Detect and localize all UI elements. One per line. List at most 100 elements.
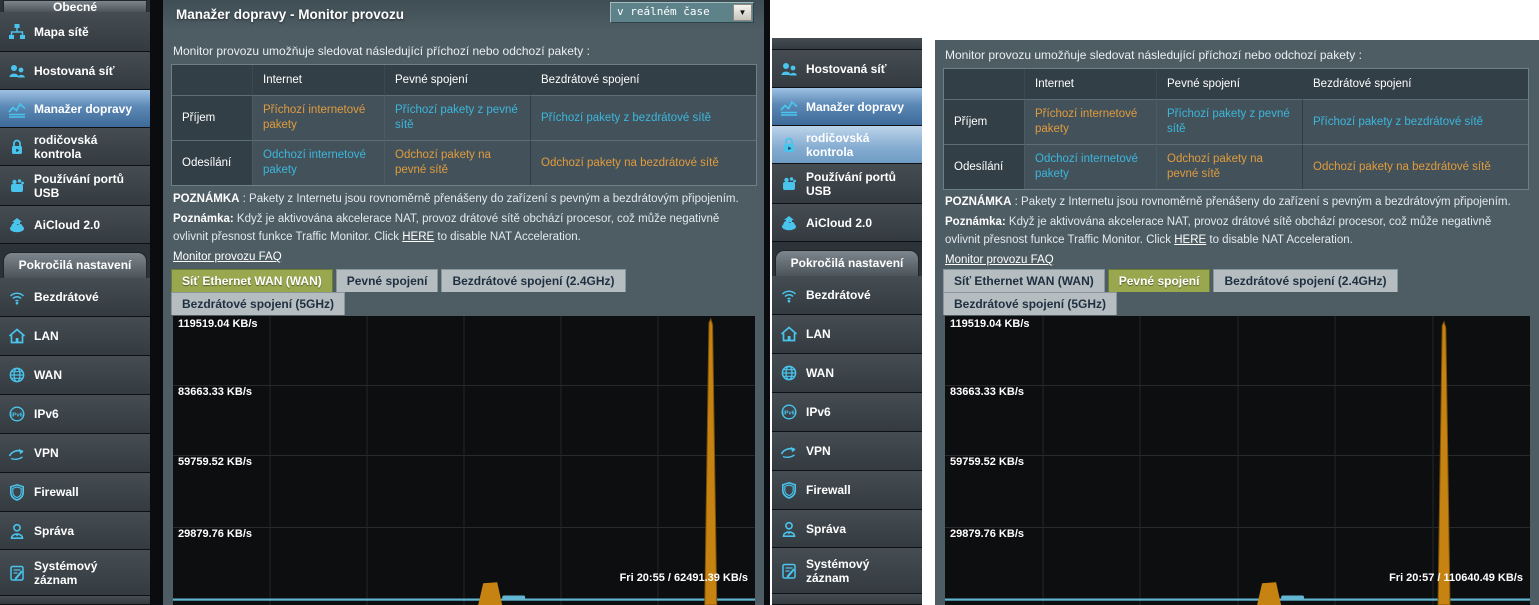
cloud-icon [779,213,799,233]
admin-icon [779,519,799,539]
sidebar-item-firewall[interactable]: Firewall [0,473,150,512]
chart-status-readout: Fri 20:55 / 62491.39 KB/s [620,572,748,584]
sidebar-item-usb[interactable]: Používání portů USB [772,164,922,204]
sidebar-item-label: WAN [806,366,908,380]
sidebar-item-syslog[interactable]: Systémový záznam [0,550,150,596]
wifi-icon [7,287,27,307]
sidebar-item-admin[interactable]: Správa [0,512,150,550]
sidebar-item-label: Firewall [806,483,908,497]
sidebar-item-admin[interactable]: Správa [772,510,922,548]
sidebar: Hostovaná síťManažer dopravy rodičovská k… [772,38,922,605]
sidebar: ObecnéMapa sítěHostovaná síťManažer dopr… [0,0,150,605]
sidebar-item-label: IPv6 [34,407,136,421]
sidebar-item-cloud[interactable]: AiCloud 2.0 [0,206,150,244]
sidebar-item-wifi[interactable]: Bezdrátové [772,276,922,315]
sidebar-item-traffic-manager[interactable]: Manažer dopravy [772,88,922,126]
syslog-icon [7,563,27,583]
sidebar-item-label: rodičovská kontrola [806,131,908,159]
faq-row: Monitor provozu FAQ [173,248,753,266]
traffic-chart: 119519.04 KB/s83663.33 KB/s59759.52 KB/s… [945,316,1530,605]
tab-1[interactable]: Pevné spojení [1108,269,1211,292]
column-header: Pevné spojení [384,65,530,95]
column-header: Internet [1024,69,1156,99]
tab-1[interactable]: Pevné spojení [336,269,439,292]
tab-3[interactable]: Bezdrátové spojení (5GHz) [943,292,1117,315]
sidebar-item-usb[interactable]: Používání portů USB [0,166,150,206]
sidebar-item-cloud[interactable]: AiCloud 2.0 [772,204,922,242]
sidebar-item-wifi[interactable]: Bezdrátové [0,278,150,317]
sidebar-item-partial[interactable] [772,38,922,50]
vpn-icon [779,441,799,461]
guest-network-icon [779,59,799,79]
note-2: Poznámka: Když je aktivována akcelerace … [945,213,1525,249]
sidebar-item-guest-network[interactable]: Hostovaná síť [0,52,150,90]
traffic-manager-icon [7,99,27,119]
sidebar-item-label: Používání portů USB [34,172,136,200]
packet-type-cell: Příchozí pakety z pevné sítě [384,95,530,140]
disable-nat-link[interactable]: HERE [402,231,434,243]
firewall-icon [7,482,27,502]
tab-2[interactable]: Bezdrátové spojení (2.4GHz) [441,269,625,292]
sidebar-item-partial[interactable] [772,594,922,605]
sidebar-item-network-map[interactable]: Mapa sítě [0,12,150,52]
note-1: POZNÁMKA : Pakety z Internetu jsou rovno… [173,190,753,208]
traffic-chart: 119519.04 KB/s83663.33 KB/s59759.52 KB/s… [173,316,755,605]
tab-2[interactable]: Bezdrátové spojení (2.4GHz) [1213,269,1397,292]
column-header [172,65,252,95]
screenshot-left: ObecnéMapa sítěHostovaná síťManažer dopr… [0,0,770,605]
note-1-label: POZNÁMKA [945,196,1011,208]
sidebar-item-vpn[interactable]: VPN [0,434,150,473]
traffic-monitor-faq-link[interactable]: Monitor provozu FAQ [173,251,282,263]
sidebar-item-ipv6[interactable]: IPv6 IPv6 [772,393,922,432]
sidebar-item-label: LAN [806,327,908,341]
sidebar-item-label: Bezdrátové [34,290,136,304]
admin-icon [7,521,27,541]
syslog-icon [779,561,799,581]
sidebar-item-label: Správa [806,522,908,536]
column-header: Bezdrátové spojení [1302,69,1528,99]
packet-type-cell: Odchozí internetové pakety [252,140,384,185]
sidebar-item-label: WAN [34,368,136,382]
packet-type-cell: Příchozí pakety z pevné sítě [1156,99,1302,144]
cloud-icon [7,215,27,235]
sidebar-item-parental-control[interactable]: rodičovská kontrola [772,126,922,164]
traffic-monitor-faq-link[interactable]: Monitor provozu FAQ [945,254,1054,266]
disable-nat-link[interactable]: HERE [1174,234,1206,246]
intro-text: Monitor provozu umožňuje sledovat násled… [945,48,1362,62]
sidebar-item-guest-network[interactable]: Hostovaná síť [772,50,922,88]
tab-3[interactable]: Bezdrátové spojení (5GHz) [171,292,345,315]
svg-text:IPv6: IPv6 [783,410,795,416]
tab-0[interactable]: Síť Ethernet WAN (WAN) [943,269,1105,292]
tab-0[interactable]: Síť Ethernet WAN (WAN) [171,269,333,292]
sidebar-item-ipv6[interactable]: IPv6 IPv6 [0,395,150,434]
sidebar-item-label: Systémový záznam [34,559,136,587]
sidebar-item-vpn[interactable]: VPN [772,432,922,471]
sidebar-item-label: IPv6 [806,405,908,419]
sidebar-item-firewall[interactable]: Firewall [772,471,922,510]
sidebar-item-syslog[interactable]: Systémový záznam [772,548,922,594]
traffic-manager-icon [779,97,799,117]
sidebar-item-partial[interactable] [0,596,150,605]
sidebar-item-parental-control[interactable]: rodičovská kontrola [0,128,150,166]
usb-icon [7,176,27,196]
vpn-icon [7,443,27,463]
row-label: Příjem [944,99,1024,144]
svg-text:IPv6: IPv6 [11,412,23,418]
sidebar-item-lan[interactable]: LAN [772,315,922,354]
sidebar-item-wan[interactable]: WAN [772,354,922,393]
time-range-select[interactable]: v reálném čase ▼ [610,2,754,23]
wifi-icon [779,285,799,305]
packet-type-cell: Odchozí pakety na bezdrátové sítě [530,140,756,185]
sidebar-item-lan[interactable]: LAN [0,317,150,356]
sidebar-item-traffic-manager[interactable]: Manažer dopravy [0,90,150,128]
row-label: Odesílání [172,140,252,185]
usb-icon [779,174,799,194]
table-row: PříjemPříchozí internetové paketyPříchoz… [944,99,1528,144]
sidebar-item-wan[interactable]: WAN [0,356,150,395]
row-label: Příjem [172,95,252,140]
sidebar-item-label: Mapa sítě [34,25,136,39]
row-label: Odesílání [944,144,1024,189]
sidebar-item-label: Správa [34,524,136,538]
column-header: Internet [252,65,384,95]
chevron-down-icon[interactable]: ▼ [733,4,752,21]
